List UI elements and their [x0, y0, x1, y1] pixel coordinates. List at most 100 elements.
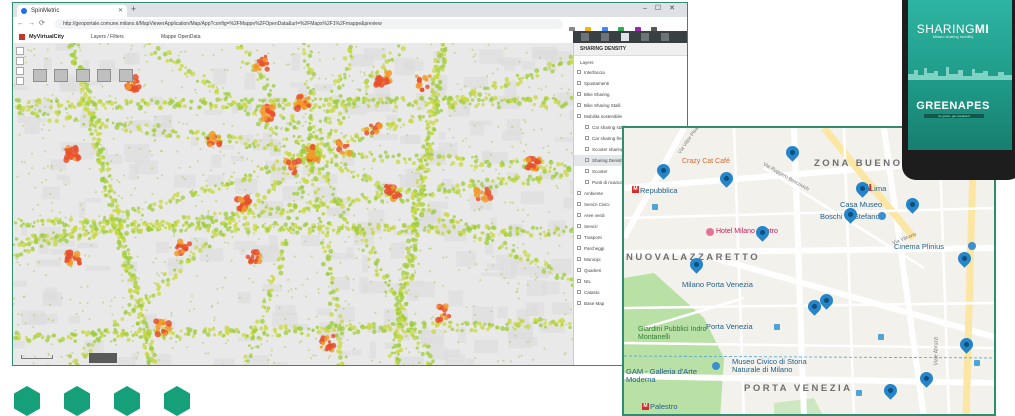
poi-label[interactable]: Giardini Pubblici Indro Montanelli [638, 326, 708, 342]
layer-checkbox[interactable] [577, 301, 581, 305]
print-tool-button[interactable] [97, 69, 112, 82]
layer-label: Quartieri [584, 268, 602, 273]
poi-label[interactable]: Porta Venezia [706, 322, 753, 331]
poi-label[interactable]: Lima [870, 184, 886, 193]
density-heatmap [13, 43, 573, 365]
layer-label: Catasto [584, 290, 600, 295]
layer-label: Bike Sharing Stalli [584, 103, 621, 108]
layer-item[interactable]: Spostamenti [574, 78, 687, 89]
panel-tab-icon[interactable] [601, 33, 609, 41]
layer-checkbox[interactable] [585, 169, 589, 173]
museum-icon[interactable] [712, 362, 720, 370]
menu-item-layers[interactable]: Layers / Filters [91, 31, 124, 43]
overview-map[interactable] [89, 353, 117, 363]
layer-checkbox[interactable] [585, 147, 589, 151]
layer-checkbox[interactable] [585, 136, 589, 140]
locate-button[interactable] [16, 77, 24, 85]
layer-checkbox[interactable] [577, 92, 581, 96]
transit-icon[interactable] [856, 390, 862, 396]
layer-label: NIL [584, 279, 592, 284]
layer-label: Spostamenti [584, 81, 610, 86]
poi-label[interactable]: GAM - Galleria d'Arte Moderna [626, 368, 702, 384]
transit-icon[interactable] [774, 324, 780, 330]
layer-checkbox[interactable] [577, 246, 581, 250]
layer-label: Punti di ricarica [592, 180, 623, 185]
layer-checkbox[interactable] [585, 125, 589, 129]
layers-label: Layers [580, 60, 594, 65]
layer-label: Scooter [592, 169, 608, 174]
layer-checkbox[interactable] [577, 70, 581, 74]
panel-toolbar [573, 31, 687, 43]
layer-checkbox[interactable] [577, 202, 581, 206]
navigation-icons[interactable]: ←→⟳ [17, 19, 49, 27]
layer-label: Sharing Density [592, 158, 624, 163]
panel-tab-icon[interactable] [581, 33, 589, 41]
layer-checkbox[interactable] [577, 290, 581, 294]
app-tagline: Milano sharing mobility [932, 34, 974, 39]
layer-checkbox[interactable] [577, 279, 581, 283]
share-tool-button[interactable] [118, 69, 133, 82]
transit-icon[interactable] [652, 204, 658, 210]
layer-checkbox[interactable] [577, 257, 581, 261]
transit-icon[interactable] [878, 334, 884, 340]
layer-item[interactable]: Mobilità sostenibile [574, 111, 687, 122]
hotel-icon[interactable] [706, 228, 714, 236]
layer-checkbox[interactable] [577, 224, 581, 228]
layer-checkbox[interactable] [577, 114, 581, 118]
zoom-out-button[interactable] [16, 57, 24, 65]
street-label: Viale Abruzzi [933, 336, 940, 366]
panel-title: SHARING DENSITY [574, 43, 687, 56]
layer-checkbox[interactable] [577, 81, 581, 85]
new-tab-icon[interactable]: + [131, 4, 136, 14]
panel-tab-icon[interactable] [641, 33, 649, 41]
layer-checkbox[interactable] [585, 180, 589, 184]
layer-label: Municipi [584, 257, 601, 262]
layer-label: Ambiente [584, 191, 604, 196]
transit-icon[interactable] [974, 360, 980, 366]
layer-checkbox[interactable] [577, 191, 581, 195]
zoom-in-button[interactable] [16, 47, 24, 55]
layer-item[interactable]: Bike Sharing [574, 89, 687, 100]
cinema-icon[interactable] [968, 242, 976, 250]
poi-label[interactable]: Crazy Cat Café [682, 158, 730, 165]
close-tab-icon[interactable]: ✕ [118, 5, 123, 17]
measure-tool-button[interactable] [54, 69, 69, 82]
panel-tab-icon[interactable] [661, 33, 669, 41]
layer-label: Base Map [584, 301, 605, 306]
draw-tool-button[interactable] [33, 69, 47, 82]
home-button[interactable] [16, 67, 24, 75]
greenapes-logo: GREENAPES [916, 100, 990, 112]
browser-tab[interactable]: SpinMetric ✕ [17, 5, 127, 17]
area-label: LAZZARETTO [672, 252, 761, 263]
layer-checkbox[interactable] [577, 268, 581, 272]
layer-label: Servizi Civici [584, 202, 610, 207]
menu-item-opendata[interactable]: Mappe OpenData [161, 31, 200, 43]
layer-item[interactable]: Bike Sharing Stalli [574, 100, 687, 111]
app-title: MyVirtualCity [29, 34, 65, 40]
density-map[interactable] [13, 43, 573, 365]
tab-title: SpinMetric [31, 8, 60, 14]
phone-bezel [902, 150, 1006, 176]
layer-item[interactable]: Interfaccia [574, 67, 687, 78]
layer-checkbox[interactable] [585, 158, 589, 162]
poi-label[interactable]: Museo Civico di Storia Naturale di Milan… [732, 358, 824, 374]
layer-label: Interfaccia [584, 70, 605, 75]
window-controls[interactable]: –☐✕ [643, 4, 683, 12]
hexagon-decoration [114, 386, 140, 416]
url-input[interactable]: http://geoportale.comune.milano.it/MapVi… [55, 19, 563, 29]
layers-tab-icon[interactable] [621, 33, 629, 41]
poi-label[interactable]: Milano Porta Venezia [682, 280, 753, 289]
metro-icon[interactable]: M [642, 403, 649, 410]
layer-label: Scooter sharing [592, 147, 624, 152]
layer-checkbox[interactable] [577, 213, 581, 217]
poi-label[interactable]: Palestro [650, 402, 678, 411]
layer-checkbox[interactable] [577, 235, 581, 239]
layer-label: Parcheggi [584, 246, 605, 251]
museum-icon[interactable] [878, 212, 886, 220]
layer-checkbox[interactable] [577, 103, 581, 107]
select-tool-button[interactable] [75, 69, 90, 82]
greenapes-tagline: be green, get rewarded [924, 114, 984, 118]
hexagon-decoration [164, 386, 190, 416]
metro-icon[interactable]: M [632, 186, 639, 193]
poi-label[interactable]: Repubblica [640, 186, 678, 195]
